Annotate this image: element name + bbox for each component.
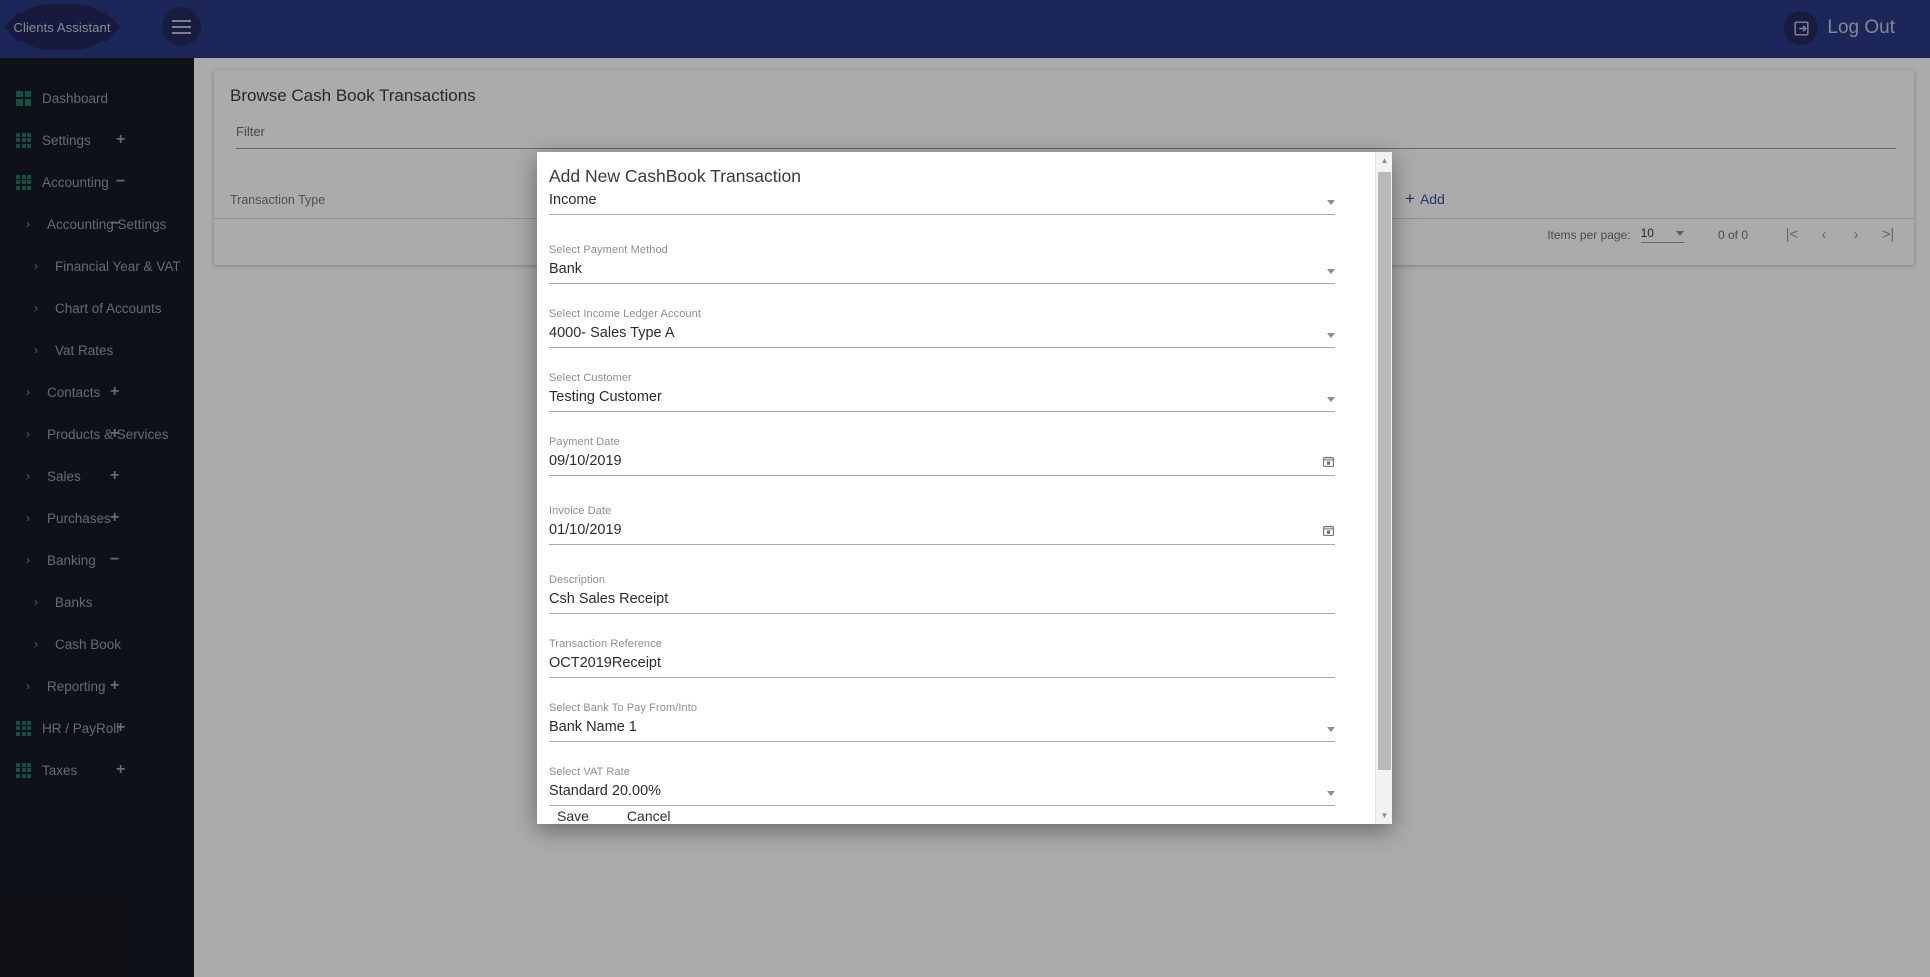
field-spacer [549,545,1335,574]
field-control[interactable]: 01/10/2019 [549,522,1335,545]
scroll-up-icon[interactable]: ▲ [1376,152,1392,169]
field-control[interactable]: Bank Name 1 [549,719,1335,742]
field-label: Invoice Date [549,505,612,517]
field-value: Testing Customer [549,389,662,405]
field-spacer [549,614,1335,638]
field-select-bank-to-pay-from-into[interactable]: Select Bank To Pay From/Into Bank Name 1 [549,702,1335,766]
calendar-icon[interactable] [1322,455,1335,468]
field-value: OCT2019Receipt [549,655,662,671]
cancel-button[interactable]: Cancel [619,804,679,824]
field-value: 01/10/2019 [549,522,622,538]
field-payment-date[interactable]: Payment Date 09/10/2019 [549,436,1335,505]
field-spacer [549,215,1335,244]
chevron-down-icon [1327,397,1335,402]
app-root: Clients Assistant Log Out Dashboard Setti… [0,0,1930,977]
field-label: Payment Date [549,436,620,448]
field-value: Income [549,192,597,208]
add-transaction-dialog: Add New CashBook Transaction Income Selec… [537,152,1392,824]
field-control[interactable]: Testing Customer [549,389,1335,412]
dialog-title: Add New CashBook Transaction [549,166,801,186]
field-spacer [549,742,1335,766]
chevron-down-icon [1327,333,1335,338]
field-value: Bank Name 1 [549,719,637,735]
chevron-down-icon [1327,791,1335,796]
field-label: Description [549,574,606,586]
dialog-scrollbar[interactable]: ▲ ▼ [1375,152,1392,824]
field-spacer [549,678,1335,702]
field-label: Select Bank To Pay From/Into [549,702,698,714]
scroll-down-icon[interactable]: ▼ [1376,807,1392,824]
field-control[interactable]: Income [549,192,1335,215]
field-label: Select VAT Rate [549,766,630,778]
chevron-down-icon [1327,727,1335,732]
field-value: Bank [549,261,583,277]
field-label: Select Customer [549,372,632,384]
field-select-payment-method[interactable]: Select Payment Method Bank [549,244,1335,308]
field-transaction-type[interactable]: Income [549,192,1335,244]
field-transaction-reference[interactable]: Transaction Reference OCT2019Receipt [549,638,1335,702]
scrollbar-thumb[interactable] [1378,172,1391,770]
field-value: Csh Sales Receipt [549,591,669,607]
field-select-customer[interactable]: Select Customer Testing Customer [549,372,1335,436]
field-control[interactable]: Standard 20.00% [549,783,1335,806]
field-select-income-ledger-account[interactable]: Select Income Ledger Account 4000- Sales … [549,308,1335,372]
chevron-down-icon [1327,200,1335,205]
field-label: Transaction Reference [549,638,662,650]
field-label: Select Income Ledger Account [549,308,702,320]
field-invoice-date[interactable]: Invoice Date 01/10/2019 [549,505,1335,574]
field-value: 09/10/2019 [549,453,622,469]
save-button[interactable]: Save [549,804,597,824]
field-spacer [549,348,1335,372]
field-label: Select Payment Method [549,244,668,256]
chevron-down-icon [1327,269,1335,274]
field-spacer [549,476,1335,505]
field-spacer [549,412,1335,436]
field-value: Standard 20.00% [549,783,662,799]
field-control[interactable]: 4000- Sales Type A [549,325,1335,348]
field-control[interactable]: OCT2019Receipt [549,655,1335,678]
field-control[interactable]: 09/10/2019 [549,453,1335,476]
field-description[interactable]: Description Csh Sales Receipt [549,574,1335,638]
field-value: 4000- Sales Type A [549,325,675,341]
dialog-actions: Save Cancel [549,804,679,824]
dialog-form: Income Select Payment Method Bank Select In… [537,192,1374,824]
field-control[interactable]: Bank [549,261,1335,284]
field-spacer [549,284,1335,308]
field-control[interactable]: Csh Sales Receipt [549,591,1335,614]
calendar-icon[interactable] [1322,524,1335,537]
